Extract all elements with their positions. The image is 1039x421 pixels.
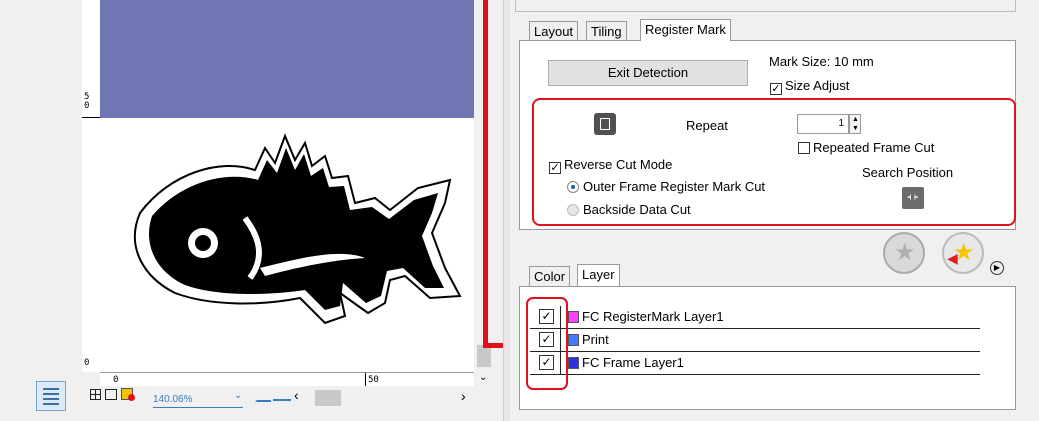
outer-frame-label: Outer Frame Register Mark Cut — [583, 179, 766, 194]
ruler-h-label: 50 — [368, 375, 379, 385]
repeat-layout-button[interactable] — [594, 113, 616, 135]
layer-name: FC Frame Layer1 — [582, 355, 684, 370]
fit-width-icon[interactable] — [105, 389, 117, 400]
tab-layer[interactable]: Layer — [577, 264, 620, 286]
left-toolbar — [0, 0, 80, 421]
horizontal-scrollbar-thumb[interactable] — [315, 390, 341, 406]
layer-name: Print — [582, 332, 609, 347]
favorite-disabled-button[interactable]: ★ — [883, 232, 925, 274]
layer-color-swatch — [568, 334, 579, 346]
exit-detection-button[interactable]: Exit Detection — [548, 60, 748, 86]
scroll-down-icon[interactable]: ⌄ — [479, 372, 487, 383]
layer-row[interactable]: ✓ Print — [530, 329, 980, 352]
radio-disabled-icon[interactable] — [567, 204, 579, 216]
layer-row[interactable]: ✓ FC Frame Layer1 — [530, 352, 980, 375]
radio-selected-icon[interactable] — [567, 181, 579, 193]
repeat-spinner[interactable]: ▲ ▼ — [849, 114, 861, 134]
backside-label: Backside Data Cut — [583, 202, 691, 217]
size-adjust-checkbox[interactable]: ✓ Size Adjust — [770, 78, 849, 95]
zoom-in-icon[interactable] — [273, 389, 291, 401]
repeat-label: Repeat — [686, 118, 728, 133]
reverse-cut-mode-check-icon[interactable]: ✓ — [549, 162, 561, 174]
crop-marks-icon: ⌟⌞ ⌝⌜ — [907, 189, 921, 207]
repeated-frame-cut-checkbox[interactable]: Repeated Frame Cut — [798, 140, 934, 155]
favorite-add-button[interactable]: ★ ◀ — [942, 232, 984, 274]
annotation-arrow-line — [483, 0, 488, 347]
repeat-count-input[interactable]: 1 — [797, 114, 849, 134]
vertical-ruler: 5 0 0 — [82, 0, 101, 372]
tab-register-mark[interactable]: Register Mark — [640, 19, 731, 41]
arrow-left-icon: ◀ — [947, 250, 958, 266]
ruler-h-label: 0 — [113, 375, 119, 385]
backside-radio[interactable]: Backside Data Cut — [567, 202, 691, 217]
page-icon — [600, 118, 610, 130]
ruler-v-label: 0 — [84, 358, 90, 368]
list-menu-button[interactable] — [36, 381, 66, 411]
zoom-out-icon[interactable] — [255, 392, 271, 402]
spin-up-icon[interactable]: ▲ — [852, 115, 859, 124]
search-position-button[interactable]: ⌟⌞ ⌝⌜ — [902, 187, 924, 209]
tab-layout[interactable]: Layout — [529, 21, 579, 41]
spin-down-icon[interactable]: ▼ — [852, 124, 859, 133]
vertical-scrollbar-thumb[interactable] — [477, 345, 491, 367]
upper-panel-frame — [515, 0, 1016, 12]
mark-size-label: Mark Size: 10 mm — [769, 54, 874, 69]
star-icon: ★ — [894, 239, 916, 266]
annotation-highlight-box — [526, 297, 568, 390]
reverse-cut-mode-checkbox[interactable]: ✓ Reverse Cut Mode — [549, 157, 672, 174]
outer-frame-radio[interactable]: Outer Frame Register Mark Cut — [567, 179, 765, 194]
chevron-down-icon[interactable]: ⌄ — [234, 390, 242, 401]
layer-name: FC RegisterMark Layer1 — [582, 309, 724, 324]
ruler-v-label: 0 — [84, 101, 90, 111]
print-area-fill — [100, 0, 474, 118]
annotation-arrow-line — [483, 343, 505, 348]
repeated-frame-cut-label: Repeated Frame Cut — [813, 140, 935, 155]
more-options-button[interactable]: ▶ — [990, 261, 1004, 275]
fish-artwork[interactable] — [100, 118, 474, 372]
layer-row[interactable]: ✓ FC RegisterMark Layer1 — [530, 306, 980, 329]
scroll-right-icon[interactable]: › — [461, 389, 466, 403]
color-dot-icon — [128, 394, 135, 401]
tab-tiling[interactable]: Tiling — [586, 21, 627, 41]
zoom-input[interactable]: 140.06% — [153, 392, 243, 408]
size-adjust-label: Size Adjust — [785, 78, 850, 93]
layer-color-swatch — [568, 311, 579, 323]
size-adjust-check-icon[interactable]: ✓ — [770, 83, 782, 95]
layer-color-swatch — [568, 357, 579, 369]
search-position-label: Search Position — [862, 165, 954, 180]
tab-color[interactable]: Color — [529, 266, 571, 286]
horizontal-ruler: 0 50 — [100, 372, 474, 387]
grid-icon[interactable] — [90, 389, 101, 400]
repeated-frame-cut-check-icon[interactable] — [798, 142, 810, 154]
reverse-cut-mode-label: Reverse Cut Mode — [564, 157, 673, 172]
scroll-left-icon[interactable]: ‹ — [294, 388, 299, 402]
